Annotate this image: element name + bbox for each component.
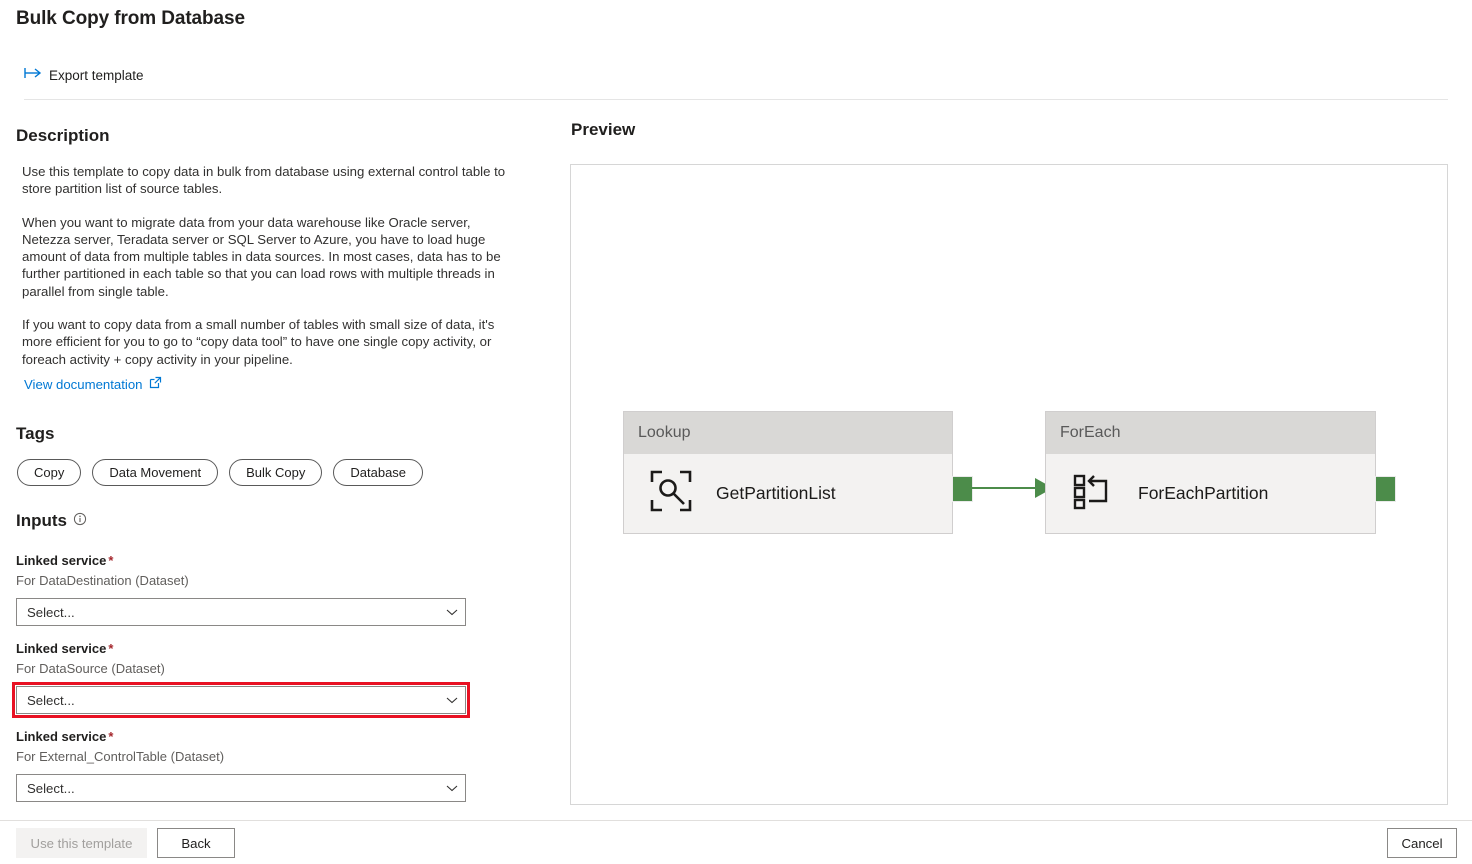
linked-service-label-2: Linked service * (16, 641, 113, 656)
use-this-template-button[interactable]: Use this template (16, 828, 147, 858)
chevron-down-icon (439, 784, 465, 792)
linked-service-select-3[interactable]: Select... (16, 774, 466, 802)
export-template-button[interactable]: Export template (24, 66, 144, 84)
view-documentation-label: View documentation (24, 376, 143, 392)
field-label-text: Linked service (16, 641, 107, 656)
linked-service-select-2[interactable]: Select... (16, 686, 466, 714)
pipeline-node-lookup[interactable]: Lookup GetPartitionList (623, 411, 973, 534)
tags-list: Copy Data Movement Bulk Copy Database (17, 459, 424, 486)
pipeline-node-foreach-output-port[interactable] (1375, 476, 1396, 502)
description-body: Use this template to copy data in bulk f… (22, 163, 522, 384)
field-label-text: Linked service (16, 553, 107, 568)
chevron-down-icon (439, 608, 465, 616)
linked-service-label-3: Linked service * (16, 729, 113, 744)
linked-service-label-1: Linked service * (16, 553, 113, 568)
view-documentation-link[interactable]: View documentation (24, 376, 162, 392)
pipeline-node-foreach[interactable]: ForEach ForEachPartition (1045, 411, 1396, 534)
pipeline-preview-canvas[interactable]: Lookup GetPartitionList ForEach ForEachP… (570, 164, 1448, 805)
linked-service-sublabel-3: For External_ControlTable (Dataset) (16, 749, 225, 764)
export-template-label: Export template (49, 67, 144, 83)
pipeline-node-lookup-type: Lookup (624, 412, 952, 454)
page-title: Bulk Copy from Database (16, 8, 245, 29)
linked-service-select-2-value: Select... (27, 692, 75, 708)
cancel-button[interactable]: Cancel (1387, 828, 1457, 858)
description-paragraph: If you want to copy data from a small nu… (22, 317, 495, 367)
info-circle-icon[interactable] (73, 511, 87, 531)
linked-service-sublabel-2: For DataSource (Dataset) (16, 661, 165, 676)
pipeline-node-foreach-name: ForEachPartition (1138, 483, 1269, 503)
pipeline-node-foreach-type: ForEach (1046, 412, 1375, 454)
tags-heading: Tags (16, 424, 55, 443)
preview-heading: Preview (571, 120, 636, 139)
required-marker: * (108, 553, 114, 568)
back-button[interactable]: Back (157, 828, 235, 858)
pipeline-connector-line (953, 487, 1041, 489)
description-paragraph: Use this template to copy data in bulk f… (22, 164, 506, 197)
linked-service-select-1-value: Select... (27, 604, 75, 620)
pipeline-node-lookup-output-port[interactable] (952, 476, 973, 502)
foreach-loop-icon (1070, 468, 1116, 519)
tag-chip[interactable]: Data Movement (92, 459, 219, 486)
tag-chip[interactable]: Database (333, 459, 424, 486)
external-link-icon (149, 376, 162, 392)
footer-divider (0, 820, 1472, 821)
inputs-heading-label: Inputs (16, 511, 67, 530)
required-marker: * (108, 641, 114, 656)
chevron-down-icon (439, 696, 465, 704)
template-detail-page: Bulk Copy from Database Export template … (0, 0, 1472, 864)
pipeline-node-foreach-body: ForEachPartition (1046, 454, 1375, 533)
description-heading: Description (16, 126, 110, 145)
description-paragraph: When you want to migrate data from your … (22, 214, 501, 299)
required-marker: * (108, 729, 114, 744)
tag-chip[interactable]: Copy (17, 459, 82, 486)
field-label-text: Linked service (16, 729, 107, 744)
pipeline-node-lookup-name: GetPartitionList (716, 483, 836, 503)
linked-service-select-1[interactable]: Select... (16, 598, 466, 626)
inputs-heading: Inputs (16, 511, 87, 531)
lookup-magnifier-icon (648, 468, 694, 519)
linked-service-sublabel-1: For DataDestination (Dataset) (16, 573, 189, 588)
tag-chip[interactable]: Bulk Copy (229, 459, 323, 486)
linked-service-select-3-value: Select... (27, 780, 75, 796)
pipeline-node-lookup-body: GetPartitionList (624, 454, 952, 533)
export-arrow-icon (24, 66, 42, 84)
header-divider (24, 99, 1448, 100)
